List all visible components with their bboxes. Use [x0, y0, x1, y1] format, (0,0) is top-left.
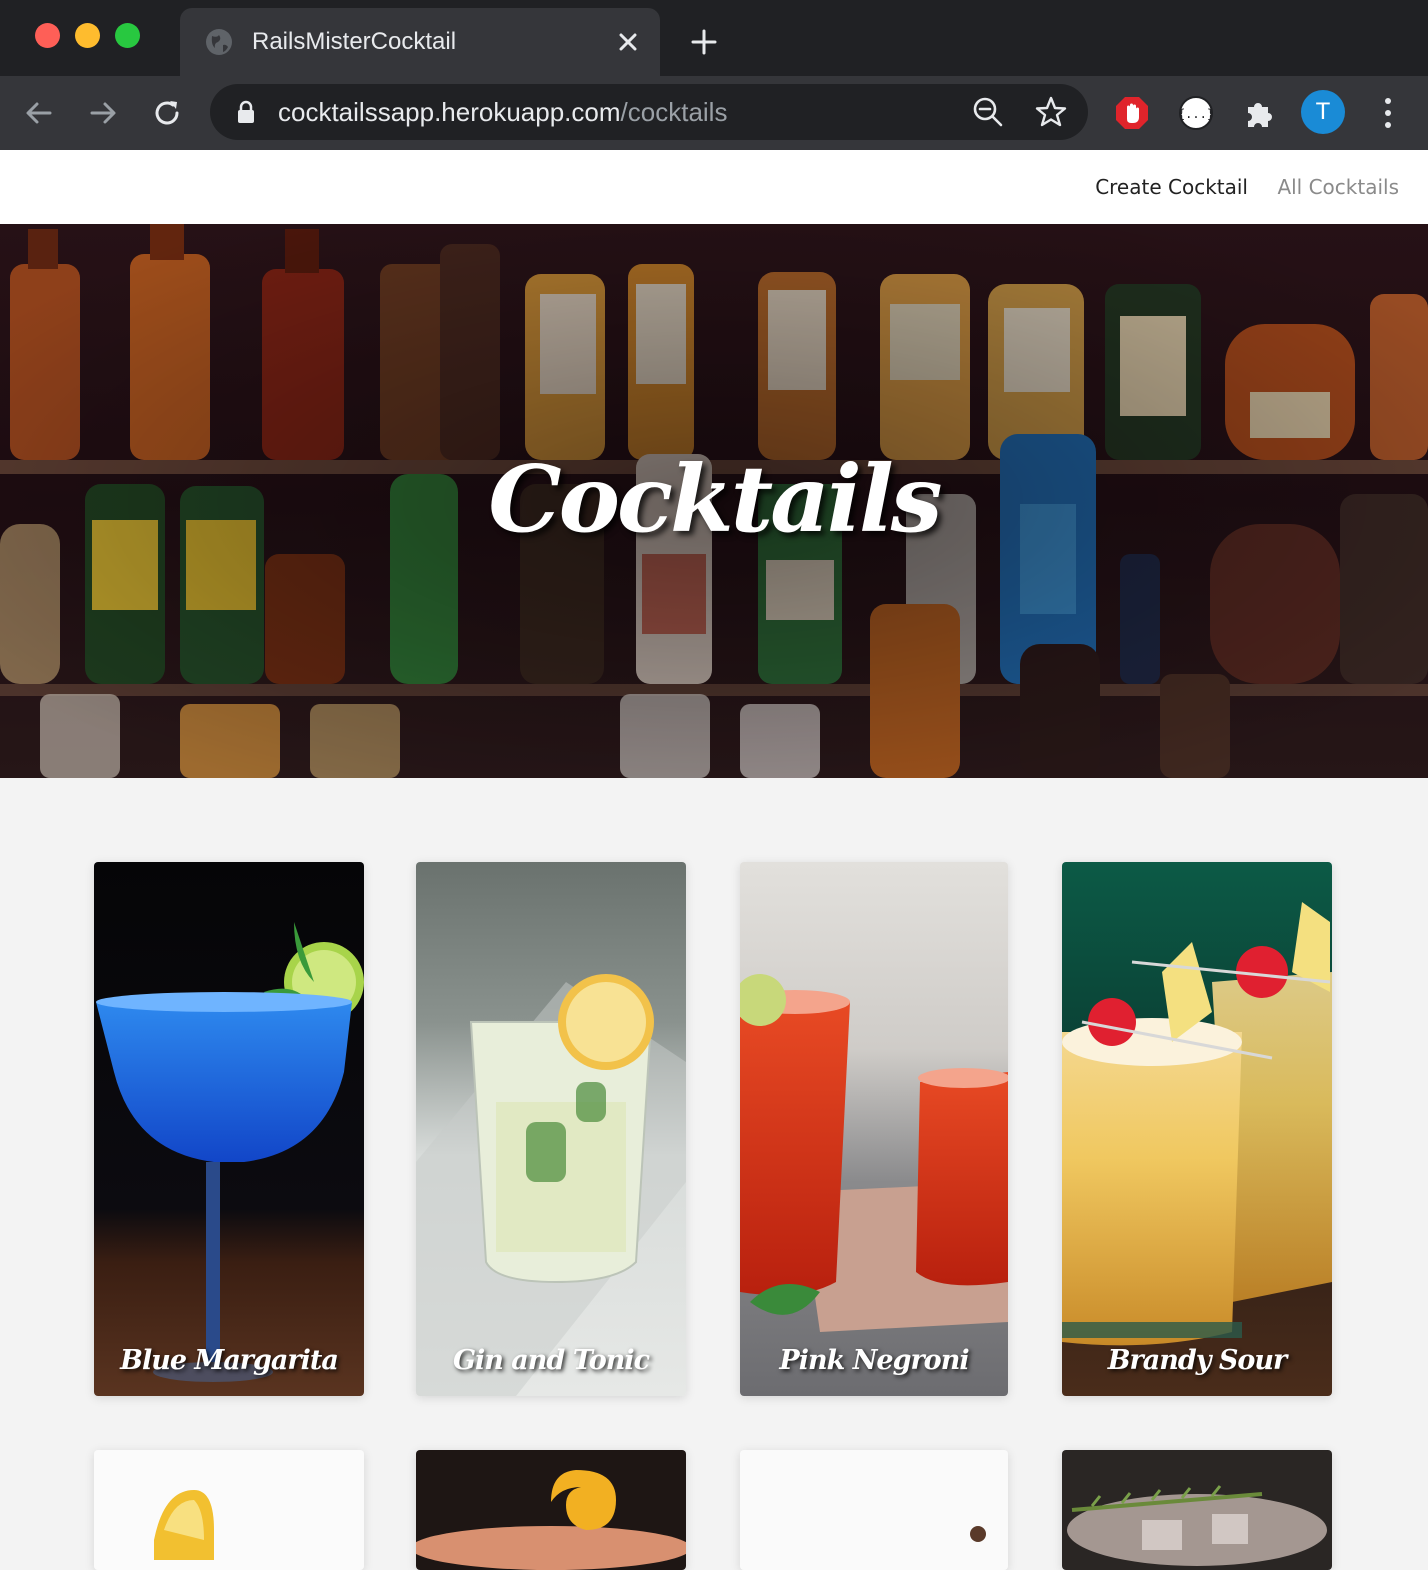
extensions-puzzle-icon[interactable]: [1242, 95, 1278, 131]
reload-icon[interactable]: [150, 96, 184, 130]
cocktail-image: [94, 1450, 364, 1570]
site-navbar: Create Cocktail All Cocktails: [0, 150, 1428, 224]
minimize-window-button[interactable]: [75, 23, 100, 48]
browser-tab[interactable]: RailsMisterCocktail: [180, 8, 660, 76]
browser-menu-icon[interactable]: [1376, 96, 1400, 130]
cocktail-card[interactable]: [416, 1450, 686, 1570]
back-arrow-icon[interactable]: [22, 96, 56, 130]
cocktail-image: [416, 1450, 686, 1570]
tab-title: RailsMisterCocktail: [252, 28, 457, 55]
all-cocktails-link[interactable]: All Cocktails: [1277, 174, 1399, 200]
blue-margarita-image: [94, 862, 364, 1396]
lock-icon: [238, 100, 254, 123]
close-window-button[interactable]: [35, 23, 60, 48]
cocktail-card[interactable]: [1062, 1450, 1332, 1570]
zoom-out-icon[interactable]: [972, 96, 1004, 128]
create-cocktail-link[interactable]: Create Cocktail: [1095, 174, 1248, 200]
browser-toolbar: cocktailssapp.herokuapp.com/cocktails {.…: [0, 76, 1428, 150]
hero-title: Cocktails: [488, 445, 942, 553]
cocktail-card[interactable]: Gin and Tonic: [416, 862, 686, 1396]
address-bar[interactable]: cocktailssapp.herokuapp.com/cocktails: [210, 84, 1088, 140]
cocktail-image: [740, 1450, 1008, 1570]
url-text: cocktailssapp.herokuapp.com/cocktails: [278, 97, 728, 127]
cocktail-name: Gin and Tonic: [452, 1345, 650, 1376]
cocktail-name: Blue Margarita: [120, 1345, 339, 1376]
pink-negroni-image: [740, 862, 1008, 1396]
cocktail-image: [1062, 1450, 1332, 1570]
browser-titlebar: RailsMisterCocktail: [0, 0, 1428, 76]
brandy-sour-image: [1062, 862, 1332, 1396]
cocktail-card[interactable]: [740, 1450, 1008, 1570]
hero-banner: Cocktails: [0, 224, 1428, 778]
cocktail-name: Pink Negroni: [779, 1345, 969, 1376]
gin-and-tonic-image: [416, 862, 686, 1396]
cocktail-card[interactable]: Brandy Sour: [1062, 862, 1332, 1396]
forward-arrow-icon[interactable]: [86, 96, 120, 130]
json-extension-icon[interactable]: {...}: [1178, 95, 1214, 131]
cocktail-card[interactable]: Blue Margarita: [94, 862, 364, 1396]
close-tab-icon[interactable]: [616, 30, 640, 54]
cocktail-card[interactable]: Pink Negroni: [740, 862, 1008, 1396]
bookmark-star-icon[interactable]: [1034, 95, 1068, 129]
svg-text:{...}: {...}: [1178, 107, 1214, 121]
profile-avatar[interactable]: T: [1301, 90, 1345, 134]
cocktail-name: Brandy Sour: [1107, 1345, 1288, 1376]
maximize-window-button[interactable]: [115, 23, 140, 48]
globe-icon: [206, 29, 232, 55]
adblock-extension-icon[interactable]: [1114, 95, 1150, 131]
cocktail-card[interactable]: [94, 1450, 364, 1570]
new-tab-icon[interactable]: [690, 28, 718, 56]
